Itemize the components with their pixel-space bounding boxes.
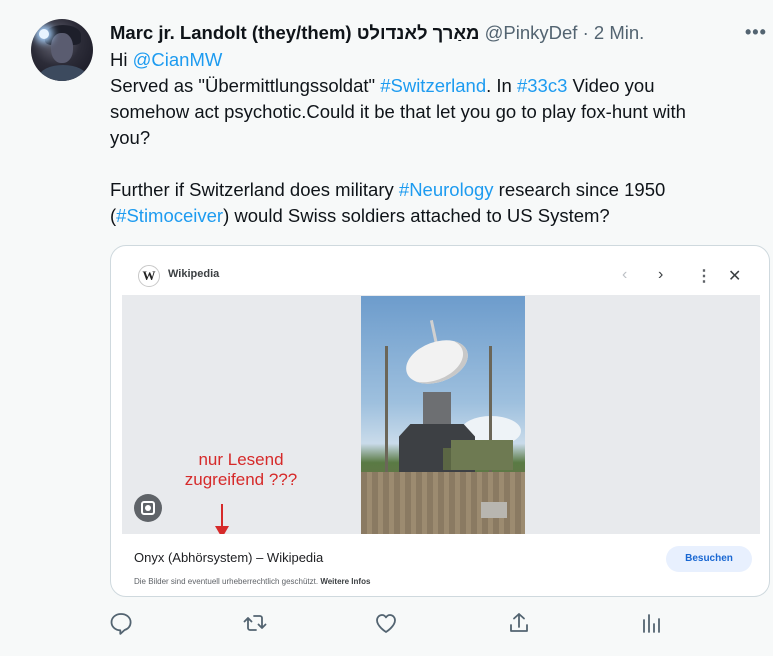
tweet-time[interactable]: 2 Min. (594, 22, 644, 43)
text-segment: Hi (110, 49, 133, 70)
text-segment: . In (486, 75, 517, 96)
antenna-mast (385, 346, 388, 476)
satellite-dish (400, 332, 474, 392)
hashtag-33c3[interactable]: #33c3 (517, 75, 567, 96)
text-segment: research since 1950 (493, 179, 666, 200)
avatar-face (51, 33, 73, 63)
text-segment: Video you (567, 75, 655, 96)
close-icon: ✕ (728, 268, 742, 285)
media-card[interactable]: W Wikipedia ‹ › ⋮ ✕ nur Lesend zugreifen… (110, 245, 770, 597)
text-segment: Served as "Übermittlungssoldat" (110, 75, 381, 96)
screenshot-toolbar: W Wikipedia ‹ › ⋮ ✕ (122, 256, 760, 296)
analytics-icon[interactable] (634, 606, 668, 640)
more-vertical-icon: ⋮ (696, 268, 712, 285)
author-handle[interactable]: @PinkyDef (485, 22, 578, 43)
source-name: Wikipedia (168, 268, 220, 280)
author-name[interactable]: Marc jr. Landolt (they/them) מאַרך לאנדו… (110, 22, 480, 43)
visit-button: Besuchen (666, 546, 752, 572)
share-icon[interactable] (502, 606, 536, 640)
separator-dot: · (582, 22, 589, 43)
tweet-text-line-4: you? (110, 127, 151, 148)
military-trailer (451, 440, 513, 470)
mention-link[interactable]: @CianMW (133, 49, 223, 70)
text-segment: ) would Swiss soldiers attached to US Sy… (223, 205, 610, 226)
hashtag-stimoceiver[interactable]: #Stimoceiver (116, 205, 223, 226)
avatar[interactable] (31, 19, 93, 81)
more-info-link: Weitere Infos (320, 577, 371, 586)
dish-tower (423, 392, 451, 426)
tweet[interactable]: Marc jr. Landolt (they/them) מאַרך לאנדו… (0, 0, 773, 656)
tweet-text-line-3: somehow act psychotic.Could it be that l… (110, 101, 686, 122)
reply-icon[interactable] (104, 606, 138, 640)
tweet-header: Marc jr. Landolt (they/them) מאַרך לאנדו… (110, 21, 644, 45)
chevron-right-icon: › (658, 266, 664, 283)
radar-station-photo (361, 296, 525, 534)
hashtag-switzerland[interactable]: #Switzerland (380, 75, 486, 96)
image-area: nur Lesend zugreifend ??? (122, 296, 760, 538)
screenshot-image[interactable]: W Wikipedia ‹ › ⋮ ✕ nur Lesend zugreifen… (122, 256, 760, 590)
tweet-text-line-1: Hi @CianMW (110, 47, 760, 73)
chevron-left-icon: ‹ (622, 266, 628, 283)
more-options-icon[interactable]: ••• (745, 22, 767, 43)
tweet-actions (0, 606, 773, 644)
lens-dot (145, 505, 151, 511)
avatar-light (39, 29, 49, 39)
lens-icon (134, 494, 162, 522)
concrete-block (481, 502, 507, 518)
annotation-line: zugreifend ??? (184, 470, 298, 489)
page-title: Onyx (Abhörsystem) – Wikipedia (134, 550, 324, 565)
tweet-text-line-2: Served as "Übermittlungssoldat" #Switzer… (110, 73, 760, 99)
retweet-icon[interactable] (238, 606, 272, 640)
annotation-text: nur Lesend zugreifend ??? (166, 450, 316, 490)
wikipedia-logo-icon: W (138, 265, 160, 287)
like-icon[interactable] (369, 606, 403, 640)
screenshot-footer: Onyx (Abhörsystem) – Wikipedia Besuchen … (122, 534, 760, 590)
disclaimer-text: Die Bilder sind eventuell urheberrechtli… (134, 577, 321, 586)
annotation-line: nur Lesend (198, 450, 284, 469)
hashtag-neurology[interactable]: #Neurology (399, 179, 494, 200)
tweet-text-line-5: Further if Switzerland does military #Ne… (110, 177, 760, 203)
tweet-text-line-6: (#Stimoceiver) would Swiss soldiers atta… (110, 203, 760, 229)
text-segment: Further if Switzerland does military (110, 179, 399, 200)
avatar-shoulder (39, 65, 87, 81)
copyright-disclaimer: Die Bilder sind eventuell urheberrechtli… (134, 577, 370, 586)
